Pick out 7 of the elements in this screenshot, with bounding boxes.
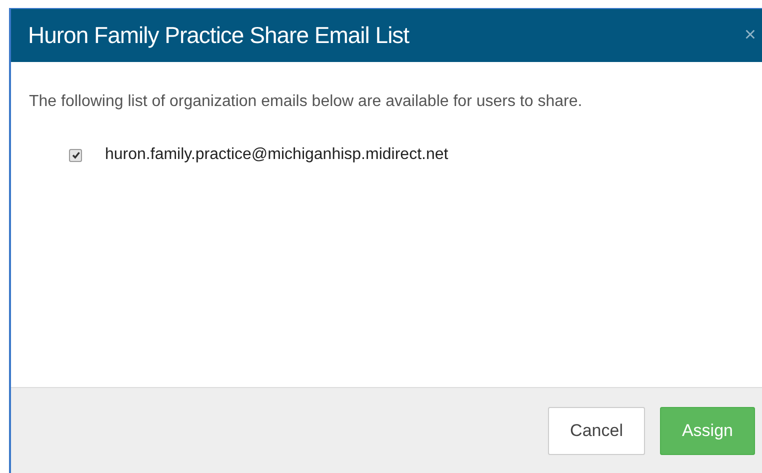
close-button[interactable]: × (738, 24, 762, 47)
checkbox[interactable] (69, 148, 82, 162)
assign-button[interactable]: Assign (660, 407, 755, 455)
cancel-button[interactable]: Cancel (548, 407, 645, 455)
dialog-title: Huron Family Practice Share Email List (28, 22, 410, 49)
email-label: huron.family.practice@michiganhisp.midirect.net (105, 146, 448, 164)
description-text: The following list of organization emails below are available for users to share. (29, 92, 584, 112)
